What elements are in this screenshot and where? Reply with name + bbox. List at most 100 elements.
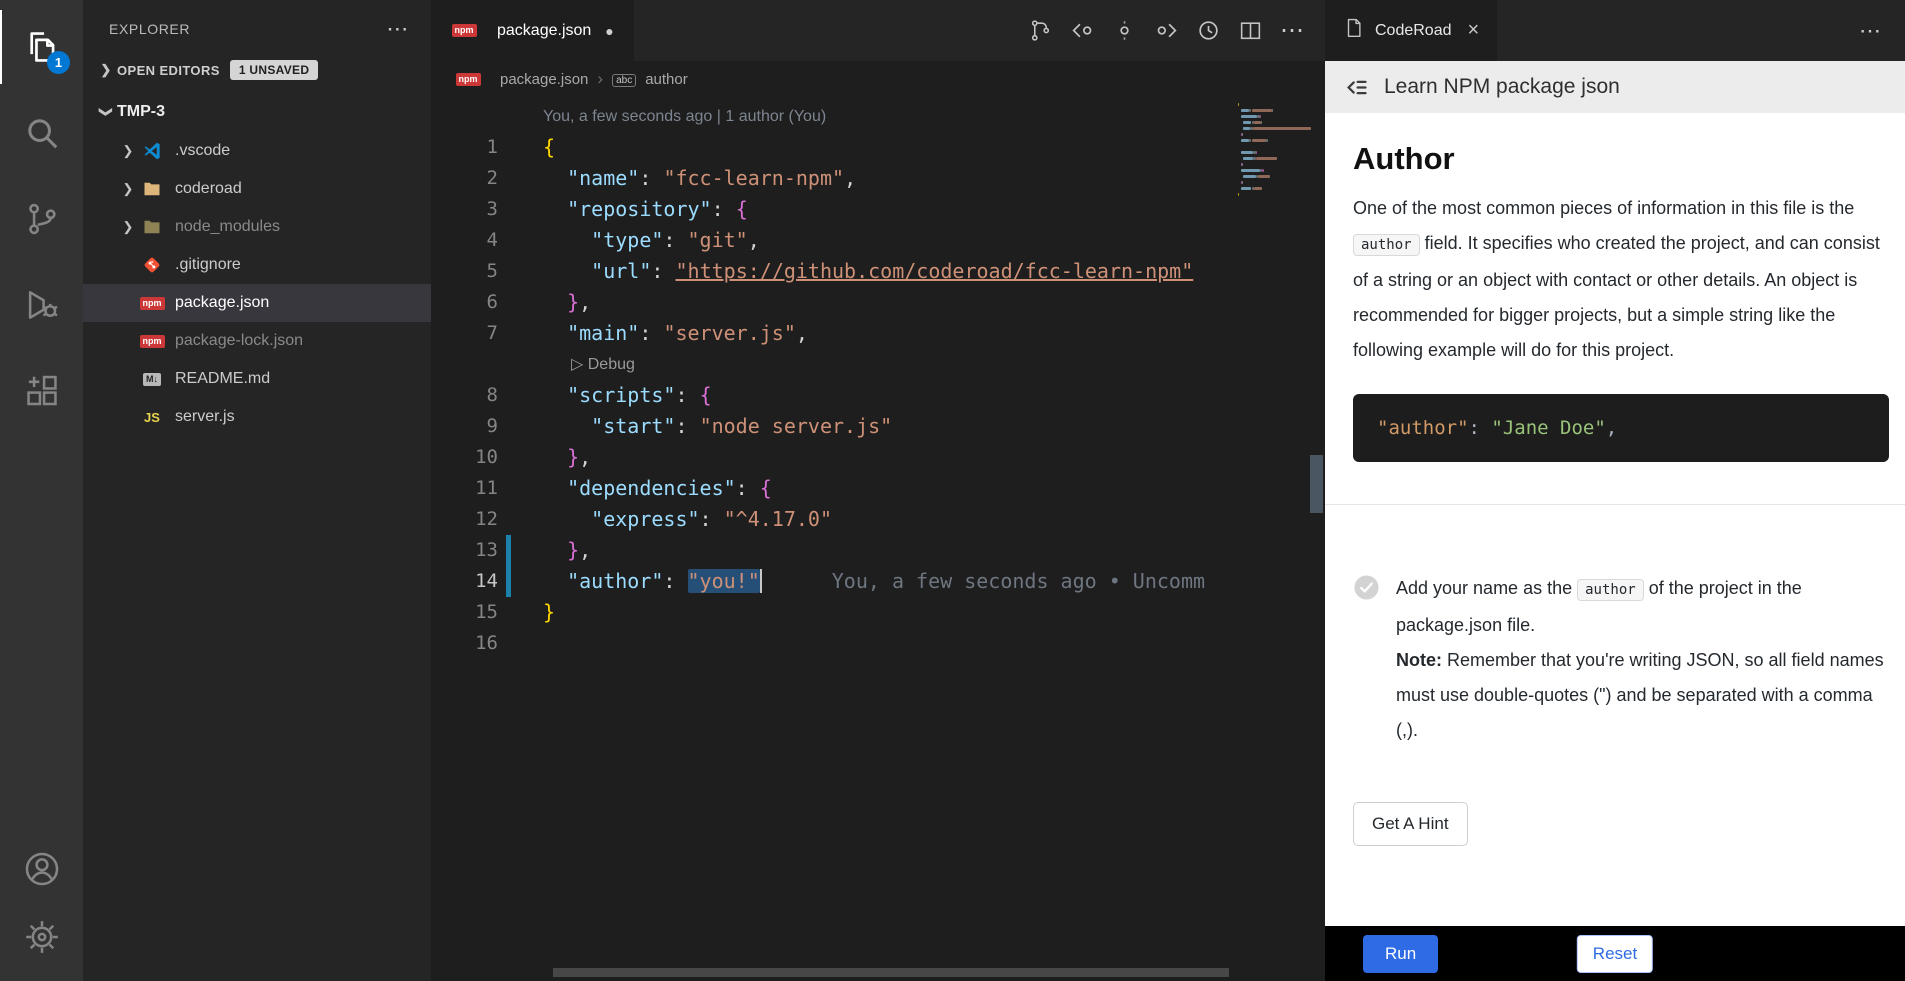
more-actions-icon[interactable]: ⋯ [1277, 16, 1307, 46]
next-change-icon[interactable] [1151, 16, 1181, 46]
code-token: { [760, 476, 772, 500]
tab-coderoad[interactable]: CodeRoad × [1325, 0, 1497, 61]
breadcrumb-symbol[interactable]: author [645, 71, 688, 88]
account-icon [23, 850, 61, 888]
code-token: "https://github.com/coderoad/fcc-learn-n… [675, 259, 1193, 283]
minimap-line [1253, 127, 1311, 130]
code-line-7: 7 "main": "server.js", [431, 318, 1325, 349]
run-button[interactable]: Run [1363, 935, 1438, 973]
npm-icon: npm [455, 68, 481, 90]
file--vscode[interactable]: ❯ .vscode [83, 132, 431, 170]
activity-run-and-debug[interactable] [0, 262, 83, 348]
code-text[interactable]: "express": "^4.17.0" [511, 504, 832, 535]
more-actions-icon: ⋯ [1280, 19, 1304, 43]
line-number: 9 [431, 411, 498, 442]
tab-package-json[interactable]: npm package.json ● [431, 0, 634, 61]
activity-settings[interactable] [0, 903, 83, 971]
coderoad-footer: Run Reset [1325, 926, 1905, 981]
file-package-json[interactable]: npmpackage.json [83, 284, 431, 322]
code-text[interactable]: }, [511, 535, 591, 566]
coderoad-panel: CodeRoad × ⋯ Learn NPM package json Auth… [1325, 0, 1905, 981]
line-number: 2 [431, 163, 498, 194]
editor-group: npm package.json ● ⋯ npm package.json › … [431, 0, 1325, 981]
section-title: Author [1353, 141, 1889, 177]
code-text[interactable]: } [511, 597, 555, 628]
code-line-1: 1{ [431, 132, 1325, 163]
split-editor-icon[interactable] [1235, 16, 1265, 46]
file-label: package.json [175, 294, 269, 312]
code-text[interactable]: "author": "you!"You, a few seconds ago •… [511, 566, 1205, 597]
code-token: "start" [591, 414, 675, 438]
code-token: "fcc-learn-npm" [663, 166, 844, 190]
minimap-line [1238, 193, 1239, 196]
annotations-icon[interactable] [1109, 16, 1139, 46]
activity-bar-bottom [0, 835, 83, 981]
file-package-lock-json[interactable]: npmpackage-lock.json [83, 322, 431, 360]
code-text[interactable]: "type": "git", [511, 225, 760, 256]
code-text[interactable]: "start": "node server.js" [511, 411, 892, 442]
open-editors-section[interactable]: ❯ OPEN EDITORS 1 UNSAVED [83, 48, 431, 92]
code-text[interactable]: { [511, 132, 555, 163]
code-token: "author" [1377, 417, 1469, 439]
activity-source-control[interactable] [0, 176, 83, 262]
file-node-modules[interactable]: ❯node_modules [83, 208, 431, 246]
inline-blame-annotation: You, a few seconds ago • Uncomm [832, 569, 1205, 593]
breadcrumb-file[interactable]: package.json [500, 71, 588, 88]
panel-more-icon[interactable]: ⋯ [1859, 0, 1905, 61]
code-token: "name" [567, 166, 639, 190]
chevron-down-icon: ❯ [98, 101, 114, 123]
code-editor[interactable]: You, a few seconds ago | 1 author (You) … [431, 97, 1325, 981]
get-hint-button[interactable]: Get A Hint [1353, 802, 1468, 846]
line-number: 5 [431, 256, 498, 287]
code-token: : [712, 197, 736, 221]
codelens-debug[interactable]: ▷ Debug [511, 349, 635, 380]
minimap-line [1241, 109, 1249, 112]
code-text[interactable]: "scripts": { [511, 380, 712, 411]
return-to-menu-icon[interactable] [1343, 74, 1370, 101]
code-text[interactable] [511, 628, 543, 659]
file-history-icon[interactable] [1193, 16, 1223, 46]
close-tab-icon[interactable]: × [1468, 19, 1480, 42]
code-text[interactable]: "name": "fcc-learn-npm", [511, 163, 856, 194]
folder-dim-icon [139, 216, 165, 238]
explorer-more-icon[interactable]: ⋯ [386, 18, 409, 40]
code-text[interactable]: "repository": { [511, 194, 748, 225]
blame-annotation[interactable]: You, a few seconds ago | 1 author (You) [431, 101, 1325, 132]
code-token: , [748, 228, 760, 252]
code-line-6: 6 }, [431, 287, 1325, 318]
code-text[interactable]: "dependencies": { [511, 473, 772, 504]
activity-explorer[interactable]: 1 [0, 4, 83, 90]
code-token [543, 507, 591, 531]
text-run: field. It specifies who created the proj… [1353, 233, 1880, 360]
file-server-js[interactable]: JSserver.js [83, 398, 431, 436]
line-number: 10 [431, 442, 498, 473]
vscode-icon [139, 140, 165, 162]
code-token [543, 569, 567, 593]
sidebar-title: EXPLORER [109, 21, 190, 37]
source-control-icon [23, 200, 61, 238]
chevron-right-icon: ❯ [117, 143, 139, 159]
file-label: package-lock.json [175, 332, 303, 350]
code-text[interactable]: "url": "https://github.com/coderoad/fcc-… [511, 256, 1193, 287]
code-token [543, 414, 591, 438]
reset-button[interactable]: Reset [1577, 935, 1653, 973]
code-text[interactable]: }, [511, 442, 591, 473]
file-label: .vscode [175, 142, 230, 160]
file--gitignore[interactable]: .gitignore [83, 246, 431, 284]
code-token: { [543, 135, 555, 159]
tree-root[interactable]: ❯ TMP-3 [83, 92, 431, 132]
activity-bar: 1 [0, 0, 83, 981]
activity-search[interactable] [0, 90, 83, 176]
git-graph-icon[interactable] [1025, 16, 1055, 46]
minimap-line [1241, 115, 1257, 118]
activity-extensions[interactable] [0, 348, 83, 434]
file-readme-md[interactable]: M↓README.md [83, 360, 431, 398]
coderoad-tab-bar: CodeRoad × ⋯ [1325, 0, 1905, 61]
code-text[interactable]: }, [511, 287, 591, 318]
file-coderoad[interactable]: ❯coderoad [83, 170, 431, 208]
activity-accounts[interactable] [0, 835, 83, 903]
horizontal-scrollbar[interactable] [553, 968, 1229, 977]
minimap[interactable] [1234, 101, 1307, 981]
code-text[interactable]: "main": "server.js", [511, 318, 808, 349]
previous-change-icon[interactable] [1067, 16, 1097, 46]
